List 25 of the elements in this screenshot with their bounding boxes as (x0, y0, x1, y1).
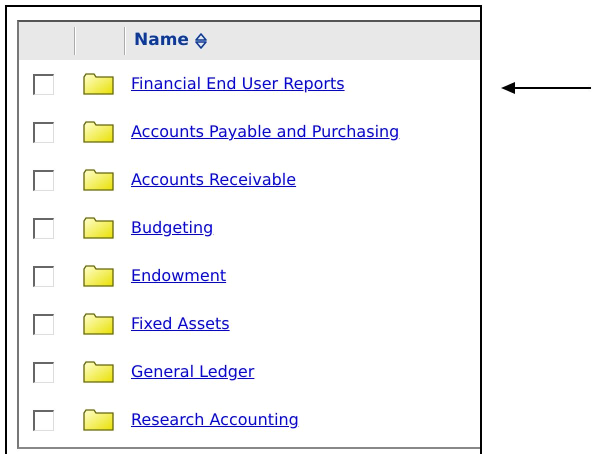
folder-link[interactable]: Financial End User Reports (131, 72, 345, 96)
checkbox[interactable] (33, 74, 54, 94)
folder-link[interactable]: Endowment (131, 264, 226, 288)
folder-link[interactable]: General Ledger (131, 360, 254, 384)
folder-link[interactable]: Research Accounting (131, 408, 299, 432)
checkbox[interactable] (33, 122, 54, 142)
name-column-header[interactable]: Name (134, 28, 207, 54)
folder-link[interactable]: Fixed Assets (131, 312, 230, 336)
folder-icon (83, 73, 114, 95)
checkbox[interactable] (33, 266, 54, 286)
folder-icon (83, 121, 114, 143)
checkbox[interactable] (33, 410, 54, 430)
folder-icon (83, 361, 114, 383)
folder-icon (83, 313, 114, 335)
folder-icon (83, 409, 114, 431)
checkbox[interactable] (33, 362, 54, 382)
folder-link[interactable]: Budgeting (131, 216, 214, 240)
folder-icon (83, 169, 114, 191)
checkbox[interactable] (33, 218, 54, 238)
folder-icon (83, 217, 114, 239)
checkbox[interactable] (33, 314, 54, 334)
folder-icon (83, 265, 114, 287)
folder-link[interactable]: Accounts Receivable (131, 168, 296, 192)
folder-link[interactable]: Accounts Payable and Purchasing (131, 120, 400, 144)
checkbox[interactable] (33, 170, 54, 190)
